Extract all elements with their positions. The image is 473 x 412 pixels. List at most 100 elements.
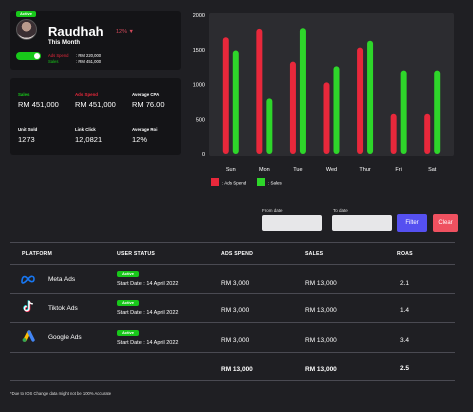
stat-ads-spend: Ads Spend RM 451,000 xyxy=(75,92,116,109)
profile-card: Active Raudhah 12% ▼ This Month Ads Spen… xyxy=(10,11,181,70)
stat-value: RM 451,000 xyxy=(18,100,59,109)
ads-spend-value: RM 3,000 xyxy=(221,280,250,287)
stat-label: Average Roi xyxy=(132,127,158,132)
bar-ads-spend xyxy=(390,113,397,154)
bar-sales xyxy=(333,66,340,154)
footnote: *Due to IOS Change data might not be 100… xyxy=(10,391,112,396)
start-date: Start Date : 14 April 2022 xyxy=(117,310,179,316)
sales-value: RM 13,000 xyxy=(305,337,337,344)
x-tick-label: Wed xyxy=(326,167,337,173)
plot-background xyxy=(209,13,454,156)
start-date: Start Date : 14 April 2022 xyxy=(117,281,179,287)
bar-ads-spend xyxy=(289,61,296,154)
bar-ads-spend xyxy=(323,82,330,154)
platform-name: Meta Ads xyxy=(48,276,76,283)
row-divider xyxy=(10,352,455,353)
header-sales: SALES xyxy=(305,251,324,257)
bar-sales xyxy=(400,70,407,154)
stat-average-cpa: Average CPA RM 76.00 xyxy=(132,92,165,109)
sales-summary: Sales : RM 451,000 xyxy=(48,59,101,64)
ads-spend-value: RM 3,000 xyxy=(221,337,250,344)
profile-name: Raudhah xyxy=(48,24,104,39)
avatar xyxy=(16,19,37,40)
sales-value: RM 13,000 xyxy=(305,307,337,314)
sales-summary-value: : RM 451,000 xyxy=(76,59,102,64)
google-ads-icon xyxy=(22,330,35,342)
bar-ads-spend xyxy=(222,37,229,154)
row-divider xyxy=(10,322,455,323)
change-percentage: 12% ▼ xyxy=(116,29,134,35)
table-header-divider xyxy=(10,264,455,265)
stat-label: Average CPA xyxy=(132,92,160,97)
stat-value: 1273 xyxy=(18,135,35,144)
stat-unit-sold: Unit Sold 1273 xyxy=(18,127,37,144)
bar-ads-spend xyxy=(256,28,263,154)
total-ads-spend: RM 13,000 xyxy=(221,366,253,373)
clear-button[interactable]: Clear xyxy=(433,214,458,232)
roas-value: 2.1 xyxy=(400,280,410,287)
bar-sales xyxy=(266,98,273,154)
to-date-input[interactable] xyxy=(332,215,392,231)
status-badge: Active xyxy=(117,300,139,306)
stat-sales: Sales RM 451,000 xyxy=(18,92,59,109)
active-badge: Active xyxy=(16,11,36,17)
bar-sales xyxy=(232,50,239,154)
total-sales: RM 13,000 xyxy=(305,366,337,373)
stat-value: 12% xyxy=(132,135,148,144)
stat-value: RM 76.00 xyxy=(132,100,165,109)
header-platform: PLATFORM xyxy=(22,251,53,257)
stat-value: RM 451,000 xyxy=(75,100,116,109)
header-user-status: USER STATUS xyxy=(117,251,156,257)
ads-spend-summary: Ads Spend : RM 220,000 xyxy=(48,53,101,58)
filter-button[interactable]: Filter xyxy=(397,214,427,232)
bar-ads-spend xyxy=(424,113,431,154)
stat-link-click: Link Click 12,0821 xyxy=(75,127,102,144)
ads-spend-summary-label: Ads Spend xyxy=(48,53,69,58)
y-tick-label: 1000 xyxy=(193,83,205,89)
platform-name: Google Ads xyxy=(48,334,82,341)
legend-swatch xyxy=(257,178,265,186)
stat-average-roi: Average Roi 12% xyxy=(132,127,157,144)
legend-label: : Ads Spend xyxy=(222,181,247,186)
stat-value: 12,0821 xyxy=(75,135,103,144)
from-date-input[interactable] xyxy=(262,215,322,231)
y-tick-label: 0 xyxy=(202,152,205,158)
legend-label: : Sales xyxy=(268,181,283,186)
y-tick-label: 1500 xyxy=(193,48,205,54)
y-tick-label: 500 xyxy=(196,117,205,123)
status-badge: Active xyxy=(117,271,139,277)
sales-summary-label: Sales xyxy=(48,59,59,64)
tiktok-icon xyxy=(23,300,33,312)
period-label: This Month xyxy=(48,40,80,46)
platform-name: Tiktok Ads xyxy=(48,305,78,312)
bar-sales xyxy=(434,70,441,154)
sales-value: RM 13,000 xyxy=(305,280,337,287)
x-tick-label: Thur xyxy=(359,167,370,173)
x-tick-label: Mon xyxy=(259,167,270,173)
x-tick-label: Tue xyxy=(293,167,302,173)
ads-spend-value: RM 3,000 xyxy=(221,307,250,314)
stat-label: Link Click xyxy=(75,127,96,132)
meta-icon xyxy=(21,275,35,284)
total-roas: 2.5 xyxy=(400,365,410,372)
x-tick-label: Sun xyxy=(226,167,236,173)
roas-value: 3.4 xyxy=(400,337,410,344)
stat-label: Unit Sold xyxy=(18,127,38,132)
bar-ads-spend xyxy=(357,47,364,154)
stat-label: Sales xyxy=(18,92,30,97)
x-tick-label: Sat xyxy=(428,167,437,173)
to-date-label: To date xyxy=(333,208,348,213)
stat-label: Ads Spend xyxy=(75,92,98,97)
y-tick-label: 2000 xyxy=(193,13,205,19)
from-date-label: From date xyxy=(262,208,283,213)
bar-sales xyxy=(299,28,306,154)
x-tick-label: Fri xyxy=(395,167,401,173)
roas-value: 1.4 xyxy=(400,307,410,314)
table-top-divider xyxy=(10,242,455,243)
legend-swatch xyxy=(211,178,219,186)
ads-sales-bar-chart: 0 500 1000 1500 2000 Sun Mon Tue Wed Thur Fri Sat : … xyxy=(193,13,454,186)
status-badge: Active xyxy=(117,330,139,336)
stats-card: Sales RM 451,000 Ads Spend RM 451,000 Av… xyxy=(10,78,181,155)
ads-spend-summary-value: : RM 220,000 xyxy=(76,53,102,58)
active-toggle[interactable] xyxy=(16,52,41,60)
